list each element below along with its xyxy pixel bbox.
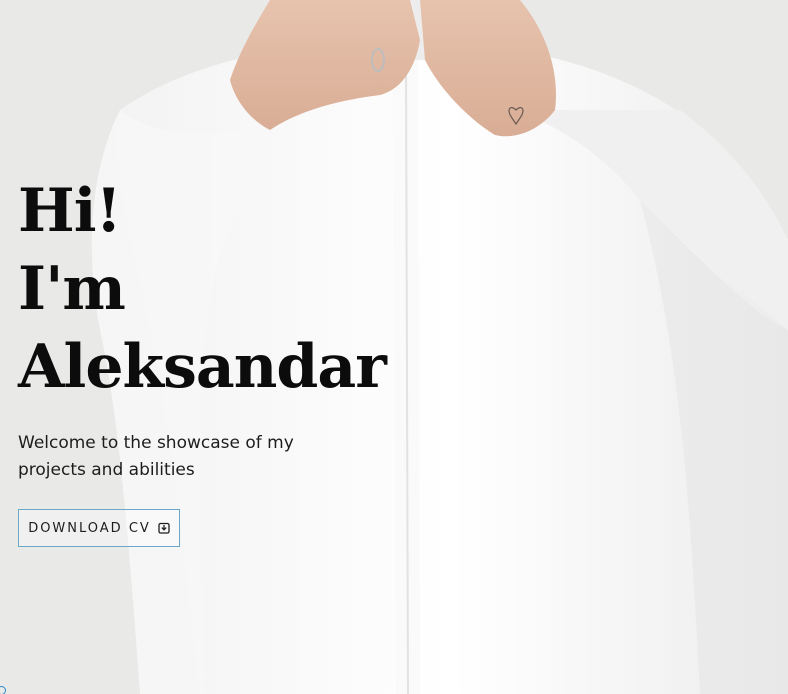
hero-headline: Hi! I'm Aleksandar [18, 172, 387, 406]
hero-content: Hi! I'm Aleksandar Welcome to the showca… [18, 172, 387, 547]
headline-line-3: Aleksandar [18, 332, 387, 402]
headline-line-1: Hi! [18, 176, 122, 246]
scroll-indicator-dot[interactable] [0, 686, 6, 694]
download-icon [158, 522, 170, 534]
download-cv-label: DOWNLOAD CV [28, 520, 151, 536]
hero-tagline: Welcome to the showcase of my projects a… [18, 433, 294, 480]
download-cv-button[interactable]: DOWNLOAD CV [18, 509, 180, 547]
hero-section: Hi! I'm Aleksandar Welcome to the showca… [0, 0, 788, 694]
headline-line-2: I'm [18, 254, 126, 324]
